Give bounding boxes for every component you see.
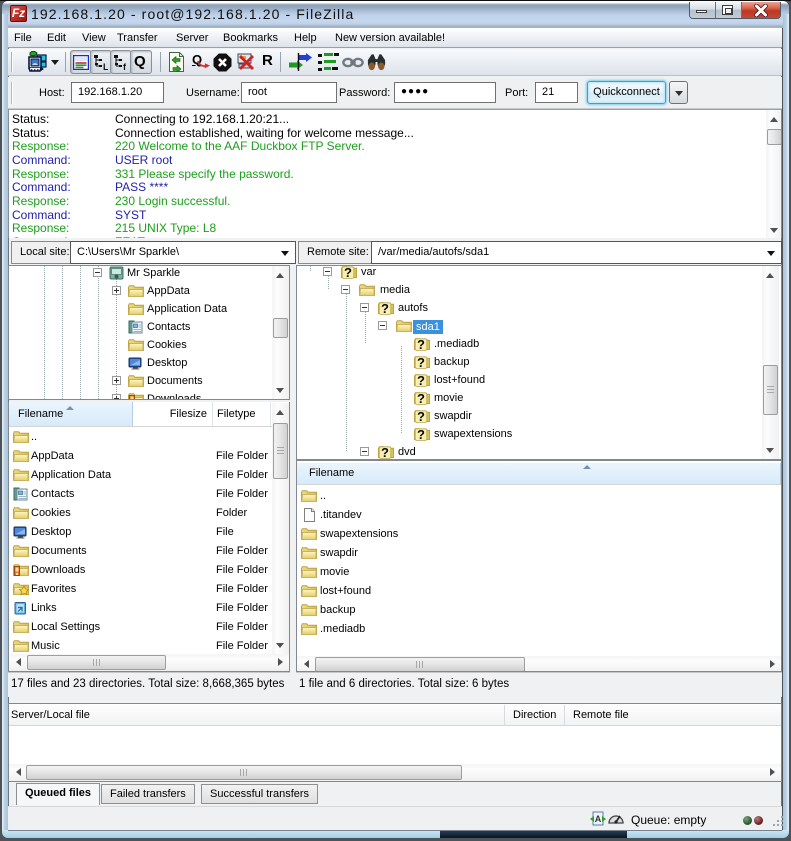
svg-text:A: A	[595, 814, 602, 824]
svg-text:L: L	[103, 62, 108, 71]
svg-text:f: f	[123, 62, 127, 71]
